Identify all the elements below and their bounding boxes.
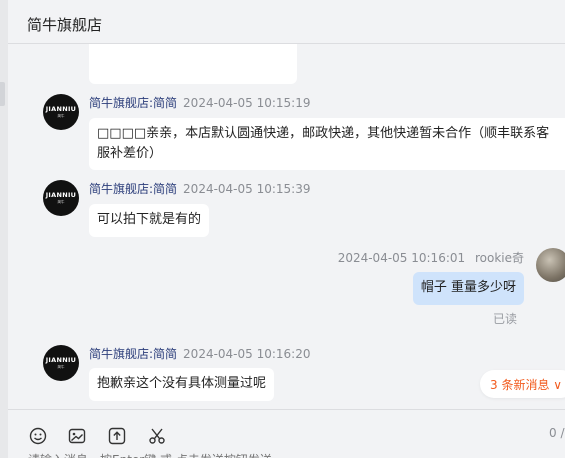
message-bubble: 抱歉亲这个没有具体测量过呢 xyxy=(89,368,275,401)
scissors-icon xyxy=(149,428,165,444)
message-composer: 0 / xyxy=(8,410,565,458)
sender-name: 简牛旗舰店:简简 xyxy=(89,182,178,196)
upload-icon xyxy=(108,427,126,445)
emoji-button[interactable] xyxy=(28,426,48,446)
left-rail xyxy=(0,0,8,458)
screenshot-button[interactable] xyxy=(147,426,167,446)
message-input[interactable] xyxy=(28,452,328,458)
message-time: 2024-04-05 10:15:19 xyxy=(183,96,311,110)
shop-avatar[interactable]: JIANNIU 简牛 xyxy=(43,180,79,216)
message-bubble: 可以拍下就是有的 xyxy=(89,204,210,237)
message-meta: 简牛旗舰店:简简 2024-04-05 10:15:39 xyxy=(89,180,311,197)
message-meta: 简牛旗舰店:简简 2024-04-05 10:15:19 xyxy=(89,94,311,111)
user-name: rookie奇 xyxy=(474,251,524,265)
new-messages-button[interactable]: 3 条新消息 ∨ xyxy=(480,370,565,398)
message-meta: 简牛旗舰店:简简 2024-04-05 10:16:20 xyxy=(89,345,311,362)
user-message-bubble: 帽子 重量多少呀 xyxy=(412,272,524,305)
image-icon xyxy=(68,428,86,444)
chat-header: 简牛旗舰店 xyxy=(8,0,565,44)
user-avatar[interactable] xyxy=(536,248,565,282)
read-status: 已读 xyxy=(493,312,518,326)
sender-name: 简牛旗舰店:简简 xyxy=(89,347,178,361)
message-text: 可以拍下就是有的 xyxy=(97,212,202,227)
message-time: 2024-04-05 10:16:01 xyxy=(337,251,466,265)
message-text: 抱歉亲这个没有具体测量过呢 xyxy=(97,376,267,391)
shop-logo-sub: 简牛 xyxy=(57,365,65,369)
message-time: 2024-04-05 10:15:39 xyxy=(183,182,311,196)
previous-message-bubble xyxy=(89,44,297,84)
shop-logo-sub: 简牛 xyxy=(57,114,65,118)
character-counter: 0 / xyxy=(549,426,565,440)
panel-collapse-handle[interactable] xyxy=(0,82,5,106)
shop-logo-sub: 简牛 xyxy=(57,200,65,204)
shop-logo-text: JIANNIU xyxy=(45,191,77,199)
user-message-meta: 2024-04-05 10:16:01 rookie奇 xyxy=(338,249,524,266)
image-button[interactable] xyxy=(67,426,87,446)
upload-file-button[interactable] xyxy=(107,426,127,446)
message-text: □□□□亲亲，本店默认圆通快递，邮政快递，其他快递暂未合作（顺丰联系客服补差价） xyxy=(97,126,550,161)
shop-logo-text: JIANNIU xyxy=(45,105,77,113)
sender-name: 简牛旗舰店:简简 xyxy=(89,96,178,110)
shop-avatar[interactable]: JIANNIU 简牛 xyxy=(43,345,79,381)
message-text: 帽子 重量多少呀 xyxy=(420,280,516,295)
message-time: 2024-04-05 10:16:20 xyxy=(183,347,311,361)
shop-title: 简牛旗舰店 xyxy=(27,16,103,34)
emoji-icon xyxy=(29,427,47,445)
shop-avatar[interactable]: JIANNIU 简牛 xyxy=(43,94,79,130)
message-bubble: □□□□亲亲，本店默认圆通快递，邮政快递，其他快递暂未合作（顺丰联系客服补差价） xyxy=(89,118,565,170)
shop-logo-text: JIANNIU xyxy=(45,356,77,364)
